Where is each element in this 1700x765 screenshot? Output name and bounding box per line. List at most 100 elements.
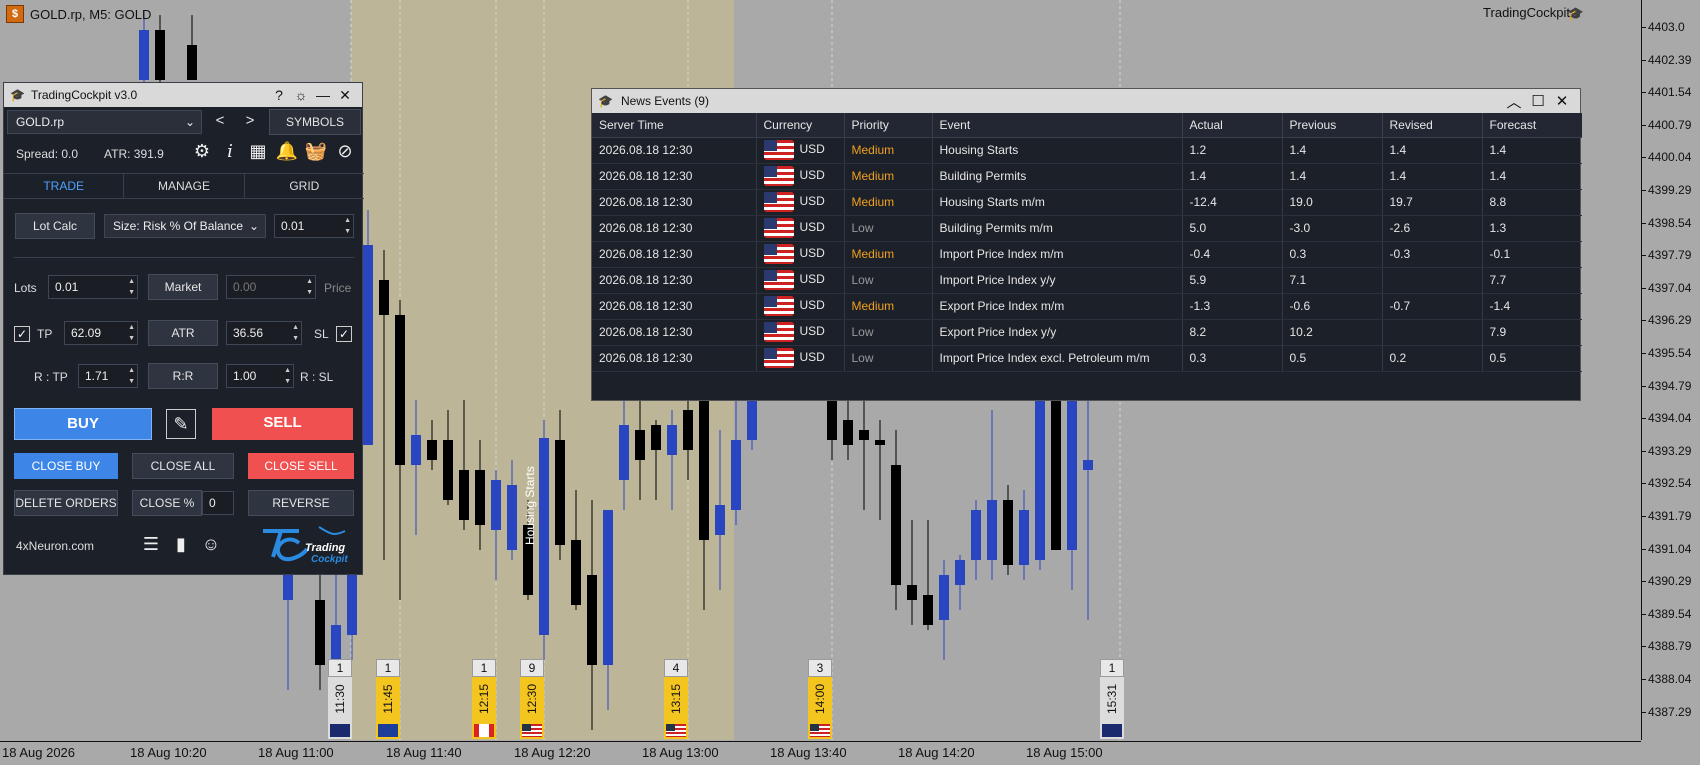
spinner-icon[interactable]: ▲ ▼	[344, 215, 351, 237]
table-row[interactable]: 2026.08.18 12:30 USD Medium Housing Starts 1…	[592, 137, 1582, 164]
sl-checkbox[interactable]: ✓	[336, 326, 352, 342]
column-header[interactable]: Server Time	[592, 113, 757, 138]
table-row[interactable]: 2026.08.18 12:30 USD Medium Building Permit…	[592, 163, 1582, 190]
lots-input[interactable]: 0.01 ▲ ▼	[48, 275, 138, 299]
close-percent-button[interactable]: CLOSE %	[132, 490, 202, 516]
prev-symbol-button[interactable]: <	[206, 109, 234, 135]
eye-off-icon[interactable]: ⊘	[332, 141, 358, 162]
buy-button[interactable]: BUY	[14, 408, 152, 440]
column-header[interactable]: Event	[932, 113, 1183, 138]
maximize-icon[interactable]: ☐	[1526, 92, 1550, 110]
close-all-button[interactable]: CLOSE ALL	[132, 453, 234, 479]
spinner-icon[interactable]: ▲ ▼	[128, 365, 135, 387]
close-buy-button[interactable]: CLOSE BUY	[14, 453, 118, 479]
currency-code: USD	[799, 350, 825, 365]
news-marker[interactable]: 9 12:30	[520, 659, 544, 739]
size-value-input[interactable]: 0.01 ▲ ▼	[274, 214, 354, 238]
news-marker[interactable]: 1 12:15	[472, 659, 496, 739]
spread-readout: Spread: 0.0	[16, 147, 79, 161]
spinner-icon[interactable]: ▲ ▼	[284, 365, 291, 387]
close-sell-button[interactable]: CLOSE SELL	[248, 453, 354, 479]
news-marker[interactable]: 3 14:00	[808, 659, 832, 739]
previous-cell: -0.6	[1282, 293, 1383, 320]
tab-manage[interactable]: MANAGE	[124, 174, 245, 198]
lot-calc-button[interactable]: Lot Calc	[15, 213, 95, 239]
symbol-select[interactable]: GOLD.rp ⌄	[7, 110, 202, 134]
previous-cell: 0.5	[1282, 345, 1383, 372]
candle-body	[907, 585, 917, 600]
table-row[interactable]: 2026.08.18 12:30 USD Low Building Permits m…	[592, 215, 1582, 242]
bar-chart-icon[interactable]: ▮	[168, 534, 194, 555]
event-cell: Import Price Index m/m	[932, 241, 1183, 268]
info-icon[interactable]: i	[217, 141, 243, 162]
ghost-icon[interactable]: ☺	[198, 534, 224, 555]
news-titlebar[interactable]: 🎓 News Events (9) ︿ ☐ ✕	[592, 89, 1580, 113]
column-header[interactable]: Forecast	[1482, 113, 1582, 138]
price-input[interactable]: 0.00 ▲ ▼	[226, 275, 316, 299]
event-cell: Building Permits	[932, 163, 1183, 190]
close-percent-input[interactable]: 0	[202, 491, 234, 515]
column-header[interactable]: Revised	[1382, 113, 1483, 138]
time-tick-label: 18 Aug 11:00	[258, 745, 334, 760]
news-marker[interactable]: 1 15:31	[1100, 659, 1124, 739]
tab-grid[interactable]: GRID	[245, 174, 364, 198]
help-button[interactable]: ?	[268, 87, 290, 103]
atr-button[interactable]: ATR	[148, 320, 218, 346]
risk-sl-input[interactable]: 1.00 ▲ ▼	[226, 364, 294, 388]
collapse-icon[interactable]: ︿	[1502, 91, 1526, 112]
column-header[interactable]: Actual	[1182, 113, 1283, 138]
calendar-icon[interactable]: ▦	[245, 141, 271, 162]
spinner-icon[interactable]: ▲ ▼	[306, 276, 313, 298]
sl-input[interactable]: 36.56 ▲ ▼	[226, 321, 302, 345]
gear-icon[interactable]: ⚙	[189, 141, 215, 162]
table-row[interactable]: 2026.08.18 12:30 USD Medium Housing Starts …	[592, 189, 1582, 216]
trading-cockpit-panel: 🎓 TradingCockpit v3.0 ? ☼ — ✕ GOLD.rp ⌄ …	[3, 82, 364, 575]
graduation-cap-icon[interactable]: 🎓	[1568, 6, 1584, 22]
risk-reward-button[interactable]: R:R	[148, 363, 218, 389]
news-marker[interactable]: 4 13:15	[664, 659, 688, 739]
list-icon[interactable]: ☰	[138, 534, 164, 555]
tp-checkbox[interactable]: ✓	[14, 326, 30, 342]
spinner-icon[interactable]: ▲ ▼	[128, 276, 135, 298]
next-symbol-button[interactable]: >	[236, 109, 264, 135]
market-button[interactable]: Market	[148, 274, 218, 300]
news-marker[interactable]: 1 11:45	[376, 659, 400, 739]
table-row[interactable]: 2026.08.18 12:30 USD Low Export Price Index…	[592, 319, 1582, 346]
website-link[interactable]: 4xNeuron.com	[16, 539, 94, 553]
table-row[interactable]: 2026.08.18 12:30 USD Medium Export Price In…	[592, 293, 1582, 320]
tp-input[interactable]: 62.09 ▲ ▼	[64, 321, 138, 345]
reverse-button[interactable]: REVERSE	[248, 490, 354, 516]
risk-tp-input[interactable]: 1.71 ▲ ▼	[78, 364, 138, 388]
symbols-button[interactable]: SYMBOLS	[269, 109, 361, 135]
price-tick-label: 4391.04	[1641, 541, 1692, 556]
news-marker[interactable]: 1 11:30	[328, 659, 352, 739]
size-mode-select[interactable]: Size: Risk % Of Balance ⌄	[104, 214, 266, 238]
table-row[interactable]: 2026.08.18 12:30 USD Low Import Price Index…	[592, 345, 1582, 372]
theme-button[interactable]: ☼	[290, 87, 312, 103]
basket-icon[interactable]: 🧺	[303, 141, 329, 162]
close-button[interactable]: ✕	[334, 87, 356, 104]
delete-orders-button[interactable]: DELETE ORDERS	[14, 490, 118, 516]
table-row[interactable]: 2026.08.18 12:30 USD Medium Import Price In…	[592, 241, 1582, 268]
cockpit-titlebar[interactable]: 🎓 TradingCockpit v3.0 ? ☼ — ✕	[4, 83, 362, 107]
column-header[interactable]: Previous	[1282, 113, 1383, 138]
spinner-icon[interactable]: ▲ ▼	[292, 322, 299, 344]
currency-code: USD	[799, 272, 825, 287]
us-flag-icon	[763, 296, 794, 316]
candle-body	[651, 425, 661, 450]
sell-button[interactable]: SELL	[212, 408, 353, 440]
minimize-button[interactable]: —	[312, 87, 334, 103]
spinner-icon[interactable]: ▲ ▼	[128, 322, 135, 344]
table-row[interactable]: 2026.08.18 12:30 USD Low Import Price Index…	[592, 267, 1582, 294]
column-header[interactable]: Priority	[844, 113, 933, 138]
close-icon[interactable]: ✕	[1550, 92, 1574, 110]
bell-icon[interactable]: 🔔	[274, 141, 300, 162]
price-axis[interactable]: 4403.0 4402.39 4401.54 4400.79 4400.04 4399.2…	[1641, 0, 1700, 740]
time-axis[interactable]: 18 Aug 2026 18 Aug 10:20 18 Aug 11:00 18 Au…	[0, 741, 1641, 765]
edit-icon[interactable]: ✎	[166, 409, 196, 439]
time-tick-label: 18 Aug 13:40	[770, 745, 847, 760]
currency-code: USD	[799, 324, 825, 339]
eu-flag-icon	[378, 723, 398, 737]
tab-trade[interactable]: TRADE	[4, 174, 125, 198]
column-header[interactable]: Currency	[756, 113, 845, 138]
